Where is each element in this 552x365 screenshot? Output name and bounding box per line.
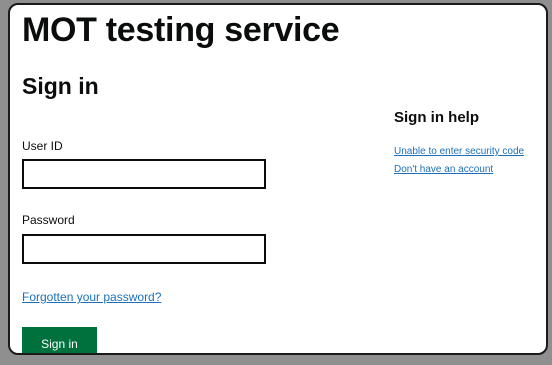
page-title: Sign in (22, 73, 99, 99)
password-input[interactable] (22, 234, 266, 264)
sign-in-help-title: Sign in help (394, 109, 479, 126)
user-id-input[interactable] (22, 159, 266, 189)
user-id-label: User ID (22, 139, 63, 153)
sign-in-page: MOT testing service Sign in User ID Pass… (8, 3, 548, 355)
service-title: MOT testing service (22, 11, 340, 49)
dont-have-account-link[interactable]: Don't have an account (394, 164, 493, 175)
forgot-password-link[interactable]: Forgotten your password? (22, 290, 161, 304)
sign-in-button[interactable]: Sign in (22, 327, 97, 353)
password-label: Password (22, 213, 75, 227)
unable-to-enter-security-code-link[interactable]: Unable to enter security code (394, 146, 524, 157)
